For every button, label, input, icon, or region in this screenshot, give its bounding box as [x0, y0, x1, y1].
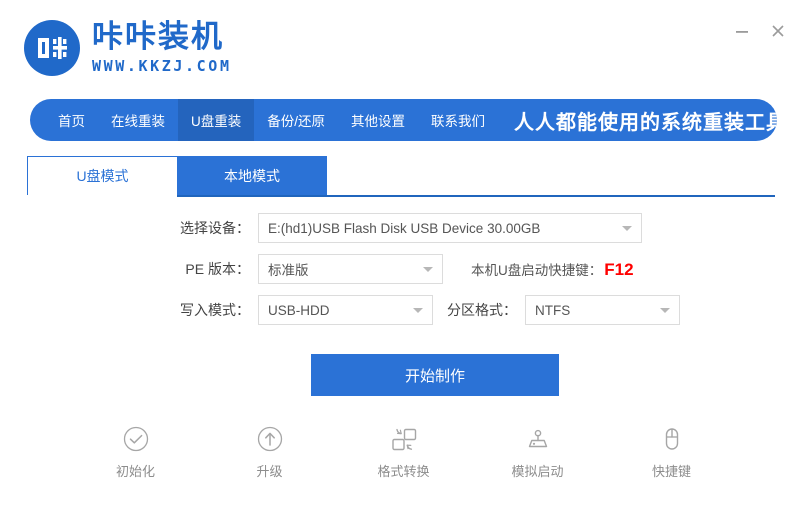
write-mode-select-value: USB-HDD — [268, 302, 330, 318]
tool-simulate-boot[interactable]: 模拟启动 — [495, 423, 581, 480]
brand-logo: 咔咔装机 WWW.KKZJ.COM — [24, 20, 232, 76]
mode-tabs: U盘模式 本地模式 — [27, 156, 775, 197]
tool-upgrade[interactable]: 升级 — [227, 423, 313, 480]
nav-item-other-settings[interactable]: 其他设置 — [338, 99, 418, 141]
arrow-up-circle-icon — [255, 423, 285, 455]
tool-simulate-boot-label: 模拟启动 — [511, 464, 564, 479]
format-convert-icon — [388, 423, 420, 455]
app-logo-icon — [24, 20, 80, 76]
boot-hotkey-value: F12 — [604, 259, 634, 279]
pe-version-select-value: 标准版 — [268, 263, 309, 278]
write-mode-select[interactable]: USB-HDD — [258, 295, 433, 325]
write-mode-label: 写入模式： — [180, 302, 250, 318]
partition-format-select[interactable]: NTFS — [525, 295, 680, 325]
app-title: 咔咔装机 — [92, 19, 224, 56]
start-make-button[interactable]: 开始制作 — [311, 354, 559, 396]
chevron-down-icon — [413, 308, 423, 313]
partition-format-select-value: NTFS — [535, 302, 571, 318]
title-bar: 咔咔装机 WWW.KKZJ.COM — [0, 0, 807, 95]
joystick-icon — [522, 423, 554, 455]
nav-slogan: 人人都能使用的系统重装工具 — [514, 111, 777, 134]
nav-item-backup-restore[interactable]: 备份/还原 — [254, 99, 338, 141]
tool-initialize[interactable]: 初始化 — [93, 423, 179, 480]
window-controls — [727, 18, 793, 44]
tool-initialize-label: 初始化 — [115, 464, 155, 479]
mouse-icon — [657, 423, 687, 455]
pe-version-row: PE 版本： 标准版 本机U盘启动快捷键： F12 — [0, 254, 807, 284]
nav-item-contact-us[interactable]: 联系我们 — [418, 99, 498, 141]
nav-item-usb-reinstall[interactable]: U盘重装 — [178, 99, 255, 141]
app-website: WWW.KKZJ.COM — [92, 56, 232, 75]
tool-format-convert[interactable]: 格式转换 — [361, 423, 447, 480]
partition-format-label: 分区格式： — [447, 302, 517, 318]
nav-item-online-reinstall[interactable]: 在线重装 — [98, 99, 178, 141]
device-select-value: E:(hd1)USB Flash Disk USB Device 30.00GB — [268, 220, 541, 236]
usb-config-form: 选择设备： E:(hd1)USB Flash Disk USB Device 3… — [0, 213, 807, 336]
main-nav: 首页 在线重装 U盘重装 备份/还原 其他设置 联系我们 人人都能使用的系统重装… — [30, 99, 777, 141]
device-select[interactable]: E:(hd1)USB Flash Disk USB Device 30.00GB — [258, 213, 642, 243]
chevron-down-icon — [423, 267, 433, 272]
check-circle-icon — [121, 423, 151, 455]
chevron-down-icon — [622, 226, 632, 231]
boot-hotkey-info: 本机U盘启动快捷键： F12 — [471, 259, 634, 280]
pe-version-label: PE 版本： — [185, 261, 250, 277]
device-label: 选择设备： — [180, 220, 250, 236]
device-row: 选择设备： E:(hd1)USB Flash Disk USB Device 3… — [0, 213, 807, 243]
minimize-button[interactable] — [727, 18, 757, 44]
tab-usb-mode[interactable]: U盘模式 — [27, 156, 177, 195]
tool-shortcuts: 初始化 升级 格式转换 模拟启动 快捷键 — [0, 423, 807, 480]
close-button[interactable] — [763, 18, 793, 44]
boot-hotkey-label: 本机U盘启动快捷键： — [471, 262, 603, 278]
write-mode-row: 写入模式： USB-HDD 分区格式： NTFS — [0, 295, 807, 325]
tool-format-convert-label: 格式转换 — [377, 464, 430, 479]
tool-upgrade-label: 升级 — [256, 464, 283, 479]
tool-hotkey-label: 快捷键 — [651, 464, 691, 479]
tabs-active-gap — [27, 195, 177, 197]
pe-version-select[interactable]: 标准版 — [258, 254, 443, 284]
chevron-down-icon — [660, 308, 670, 313]
nav-item-home[interactable]: 首页 — [30, 99, 98, 141]
tab-local-mode[interactable]: 本地模式 — [177, 156, 327, 195]
tool-hotkey[interactable]: 快捷键 — [629, 423, 715, 480]
